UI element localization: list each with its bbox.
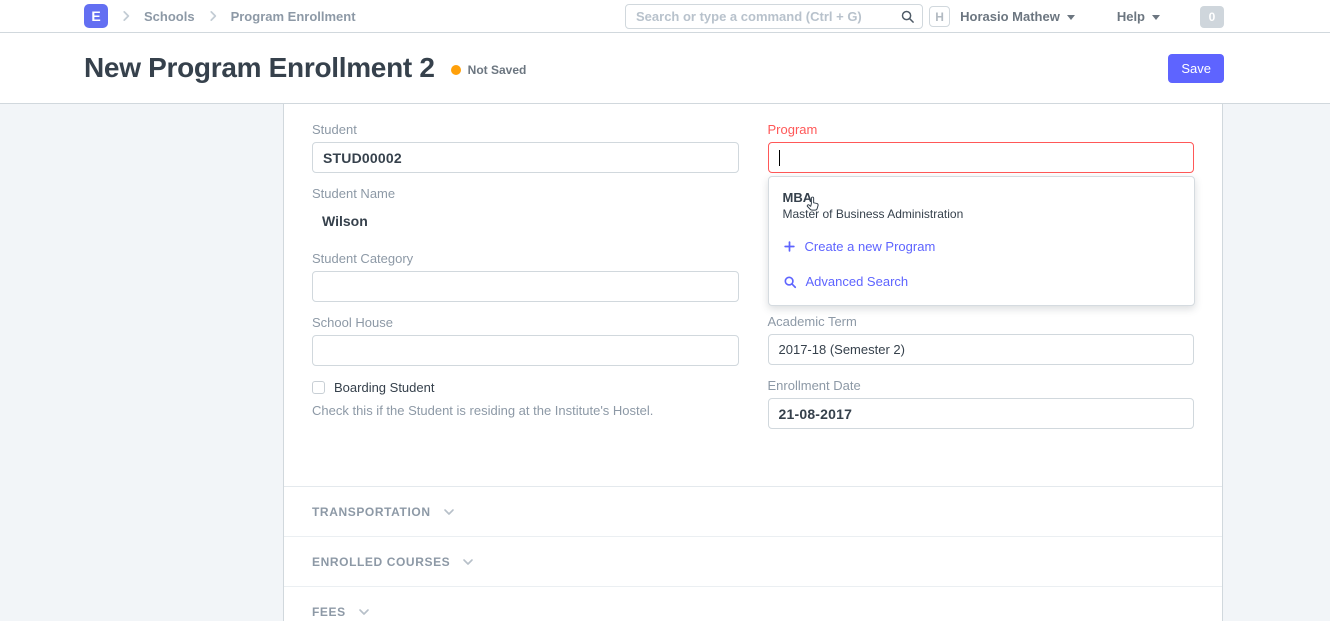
academic-term-label: Academic Term xyxy=(768,315,1195,328)
not-saved-dot-icon xyxy=(451,65,461,75)
form-column-right: Program MBA Master of Business Administr… xyxy=(768,123,1195,443)
program-label: Program xyxy=(768,123,1195,136)
user-name: Horasio Mathew xyxy=(960,9,1060,24)
student-input[interactable]: STUD00002 xyxy=(312,142,739,173)
boarding-student-label[interactable]: Boarding Student xyxy=(334,380,434,395)
field-enrollment-date: Enrollment Date 21-08-2017 xyxy=(768,379,1195,429)
page-head: New Program Enrollment 2 Not Saved Save xyxy=(0,33,1330,104)
status-text: Not Saved xyxy=(468,63,527,77)
help-label: Help xyxy=(1117,9,1145,24)
form-section: Student STUD00002 Student Name Wilson St… xyxy=(284,104,1222,486)
page-title: New Program Enrollment 2 xyxy=(84,52,435,84)
boarding-student-description: Check this if the Student is residing at… xyxy=(312,403,739,418)
avatar[interactable]: H xyxy=(929,6,950,27)
field-school-house: School House xyxy=(312,316,739,366)
field-program: Program MBA Master of Business Administr… xyxy=(768,123,1195,173)
form-column-left: Student STUD00002 Student Name Wilson St… xyxy=(312,123,739,443)
form-card: Student STUD00002 Student Name Wilson St… xyxy=(283,104,1223,621)
field-boarding-student: Boarding Student xyxy=(312,380,739,395)
program-input[interactable] xyxy=(768,142,1195,173)
section-transportation-label: TRANSPORTATION xyxy=(312,505,431,519)
notifications-badge[interactable]: 0 xyxy=(1200,6,1224,28)
caret-down-icon xyxy=(1152,15,1160,20)
field-student-name: Student Name Wilson xyxy=(312,187,739,238)
program-dropdown: MBA Master of Business Administration xyxy=(768,176,1195,306)
navbar-right: H Horasio Mathew Help 0 xyxy=(929,0,1224,33)
student-label: Student xyxy=(312,123,739,136)
create-new-program-action[interactable]: Create a new Program xyxy=(769,229,1194,264)
chevron-right-icon xyxy=(206,9,220,23)
status-indicator: Not Saved xyxy=(451,63,527,77)
academic-term-input[interactable]: 2017-18 (Semester 2) xyxy=(768,334,1195,365)
plus-icon xyxy=(783,240,796,253)
app-logo[interactable]: E xyxy=(84,4,108,28)
navbar: E Schools Program Enrollment H Horasio M… xyxy=(0,0,1330,33)
breadcrumb-program-enrollment[interactable]: Program Enrollment xyxy=(231,9,356,24)
program-option-subtitle: Master of Business Administration xyxy=(783,207,1180,221)
page-content: Student STUD00002 Student Name Wilson St… xyxy=(0,104,1330,621)
enrollment-date-input[interactable]: 21-08-2017 xyxy=(768,398,1195,429)
chevron-down-icon xyxy=(356,604,372,620)
section-fees-label: FEES xyxy=(312,605,346,619)
chevron-right-icon xyxy=(119,9,133,23)
global-search xyxy=(625,4,923,29)
student-category-label: Student Category xyxy=(312,252,739,265)
search-icon xyxy=(900,9,915,29)
field-student: Student STUD00002 xyxy=(312,123,739,173)
student-name-value: Wilson xyxy=(312,206,739,238)
breadcrumb-schools[interactable]: Schools xyxy=(144,9,195,24)
section-transportation[interactable]: TRANSPORTATION xyxy=(284,486,1222,536)
chevron-down-icon xyxy=(441,504,457,520)
search-icon xyxy=(783,275,797,289)
section-fees[interactable]: FEES xyxy=(284,586,1222,621)
save-button[interactable]: Save xyxy=(1168,54,1224,83)
student-category-input[interactable] xyxy=(312,271,739,302)
section-enrolled-courses-label: ENROLLED COURSES xyxy=(312,555,450,569)
search-input[interactable] xyxy=(625,4,923,29)
advanced-search-action[interactable]: Advanced Search xyxy=(769,264,1194,299)
school-house-input[interactable] xyxy=(312,335,739,366)
advanced-search-label: Advanced Search xyxy=(806,274,909,289)
program-option-mba[interactable]: MBA Master of Business Administration xyxy=(769,183,1194,229)
caret-down-icon xyxy=(1067,15,1075,20)
boarding-student-checkbox[interactable] xyxy=(312,381,325,394)
enrollment-date-label: Enrollment Date xyxy=(768,379,1195,392)
program-option-title: MBA xyxy=(783,190,1180,205)
chevron-down-icon xyxy=(460,554,476,570)
create-new-program-label: Create a new Program xyxy=(805,239,936,254)
text-cursor xyxy=(779,150,780,166)
collapsible-sections: TRANSPORTATION ENROLLED COURSES FEES xyxy=(284,486,1222,621)
field-student-category: Student Category xyxy=(312,252,739,302)
student-name-label: Student Name xyxy=(312,187,739,200)
school-house-label: School House xyxy=(312,316,739,329)
help-menu[interactable]: Help xyxy=(1117,9,1160,24)
field-academic-term: Academic Term 2017-18 (Semester 2) xyxy=(768,315,1195,365)
section-enrolled-courses[interactable]: ENROLLED COURSES xyxy=(284,536,1222,586)
user-menu[interactable]: Horasio Mathew xyxy=(960,9,1075,24)
